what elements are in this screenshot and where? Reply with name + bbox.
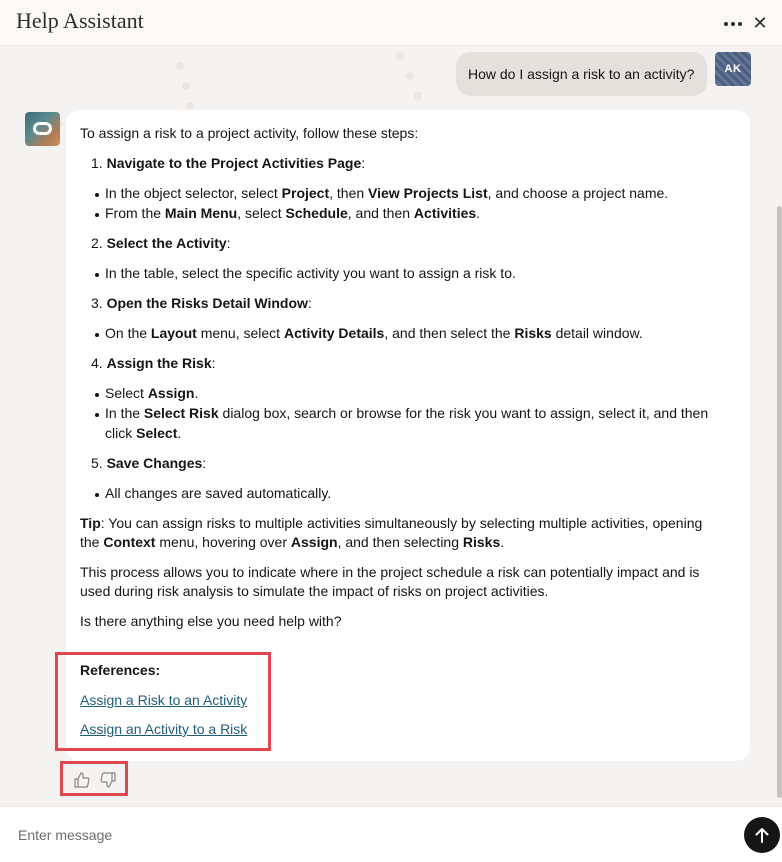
closing-question: Is there anything else you need help wit… [80, 613, 342, 629]
tip-line: the Context menu, hovering over Assign, … [80, 534, 505, 550]
user-avatar: AK [715, 52, 751, 86]
process-text: This process allows you to indicate wher… [80, 564, 700, 580]
send-button[interactable] [744, 817, 780, 853]
close-icon[interactable]: ✕ [750, 12, 770, 34]
step-bullet: All changes are saved automatically. [94, 485, 332, 501]
reference-link[interactable]: Assign an Activity to a Risk [80, 721, 247, 737]
step-heading: 3. Open the Risks Detail Window: [91, 295, 312, 311]
thumbs-down-icon[interactable] [99, 771, 117, 789]
panel-title: Help Assistant [16, 8, 144, 33]
assistant-message-bubble: To assign a risk to a project activity, … [55, 110, 750, 761]
message-input[interactable] [18, 823, 718, 847]
step-heading: 4. Assign the Risk: [91, 355, 216, 371]
step-bullet: From the Main Menu, select Schedule, and… [94, 205, 481, 221]
thumbs-up-icon[interactable] [73, 771, 91, 789]
process-text: used during risk analysis to simulate th… [80, 583, 549, 599]
step-bullet-continuation: click Select. [105, 425, 182, 441]
step-heading: 5. Save Changes: [91, 455, 207, 471]
send-arrow-icon [755, 828, 769, 843]
user-message-bubble: How do I assign a risk to an activity? [456, 52, 707, 96]
tip-line: Tip: You can assign risks to multiple ac… [80, 515, 703, 531]
scrollbar-thumb[interactable] [777, 206, 782, 798]
feedback-highlight [60, 761, 128, 796]
message-composer [0, 806, 782, 862]
step-bullet: In the Select Risk dialog box, search or… [94, 405, 709, 421]
answer-intro: To assign a risk to a project activity, … [80, 125, 419, 141]
assistant-avatar [25, 112, 60, 146]
step-bullet: Select Assign. [94, 385, 199, 401]
more-icon[interactable] [722, 13, 744, 35]
step-bullet: In the table, select the specific activi… [95, 265, 516, 281]
header-bar: Help Assistant ✕ [0, 0, 782, 46]
reference-link[interactable]: Assign a Risk to an Activity [80, 692, 247, 708]
references-heading: References: [80, 662, 161, 678]
step-heading: 1. Navigate to the Project Activities Pa… [91, 155, 366, 171]
step-bullet: On the Layout menu, select Activity Deta… [95, 325, 643, 341]
step-bullet: In the object selector, select Project, … [94, 185, 669, 201]
step-heading: 2. Select the Activity: [91, 235, 231, 251]
